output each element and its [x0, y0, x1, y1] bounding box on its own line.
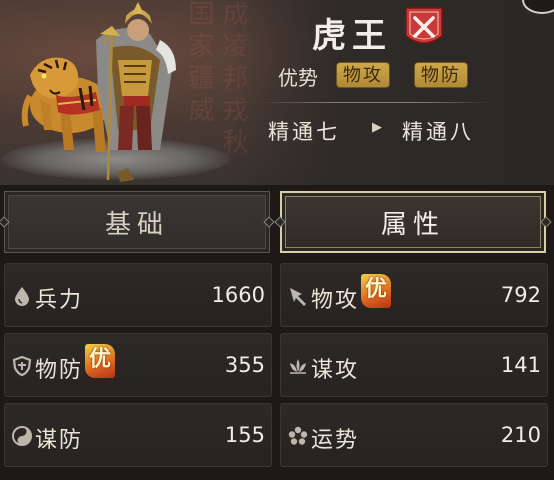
stat-label: 谋防 — [35, 428, 84, 453]
tiger-figure — [21, 57, 110, 152]
stat-value: 155 — [224, 423, 265, 447]
drop-icon — [15, 287, 29, 306]
flower-icon — [288, 426, 308, 445]
tab-attributes[interactable]: 属性 — [280, 191, 546, 253]
sword-icon — [290, 288, 306, 306]
stat-value: 792 — [500, 283, 541, 307]
hero-portrait — [21, 2, 176, 182]
stat-fortune: 运势 210 — [280, 403, 548, 467]
lotus-icon — [290, 359, 306, 374]
yin-yang-icon — [12, 426, 32, 446]
mastery-current: 精通七 — [268, 120, 340, 144]
stat-value: 141 — [500, 353, 541, 377]
tab-basic[interactable]: 基础 — [4, 191, 270, 253]
stat-value: 1660 — [211, 283, 265, 307]
stat-strat-def: 谋防 155 — [4, 403, 272, 467]
stat-label: 物防 — [35, 358, 84, 383]
tab-basic-label: 基础 — [104, 209, 169, 240]
advantage-badge: 优 — [361, 274, 391, 308]
stat-label: 兵力 — [35, 288, 84, 313]
advantage-badge: 优 — [85, 344, 115, 378]
rank-badge-icon — [405, 7, 443, 44]
tab-attributes-label: 属性 — [380, 209, 445, 240]
stat-value: 355 — [224, 353, 265, 377]
shield-icon — [12, 355, 32, 377]
stat-label: 谋攻 — [311, 358, 360, 383]
mastery-next: 精通八 — [402, 120, 474, 144]
hero-header: 成凌邦戎秋国家疆威 — [0, 0, 554, 185]
stat-troops: 兵力 1660 — [4, 263, 272, 327]
stat-label: 物攻 — [311, 288, 360, 313]
stat-label: 运势 — [311, 428, 360, 453]
divider — [262, 102, 492, 103]
stat-value: 210 — [500, 423, 541, 447]
advantage-tag-phys-def: 物防 — [414, 62, 468, 88]
hero-name: 虎王 — [312, 16, 392, 56]
advantage-label: 优势 — [278, 66, 318, 90]
arrow-right-icon: ▶ — [372, 120, 382, 135]
general-figure — [96, 2, 176, 182]
advantage-tag-phys-atk: 物攻 — [336, 62, 390, 88]
stat-strat-atk: 谋攻 141 — [280, 333, 548, 397]
stat-phys-def: 物防 优 355 — [4, 333, 272, 397]
stat-phys-atk: 物攻 优 792 — [280, 263, 548, 327]
